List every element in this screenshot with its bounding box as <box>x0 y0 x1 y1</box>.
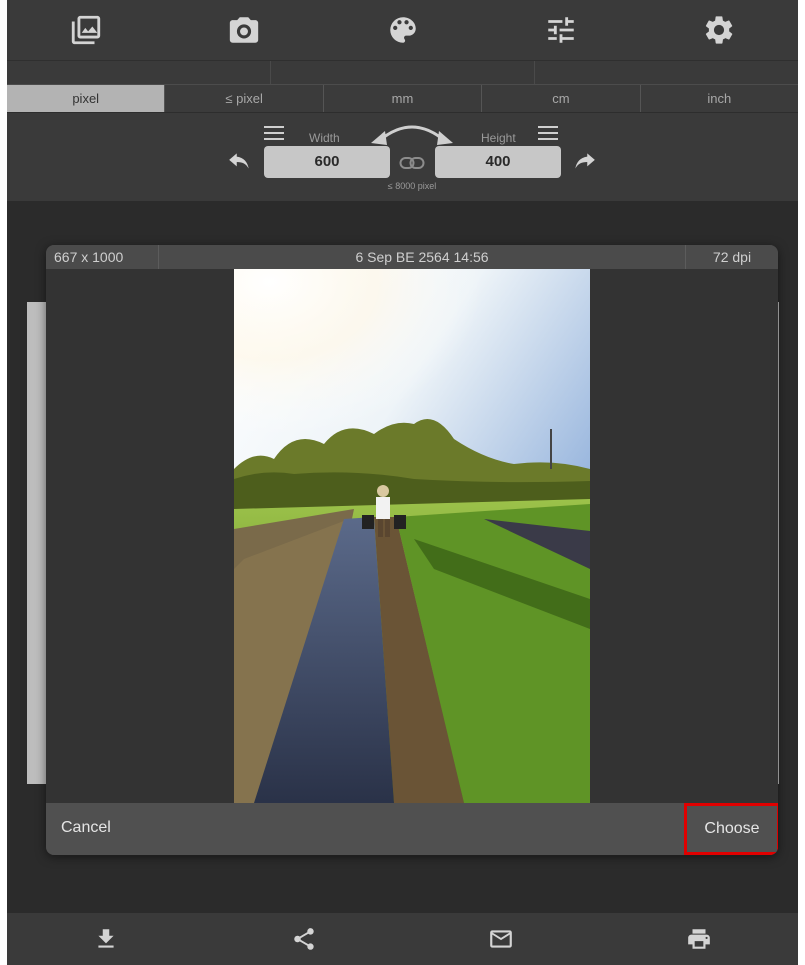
link-icon[interactable] <box>399 155 425 171</box>
rotate-left-icon[interactable] <box>226 149 254 175</box>
rotate-right-icon[interactable] <box>570 149 598 175</box>
bottom-toolbar <box>7 913 798 965</box>
gear-icon <box>705 16 733 44</box>
tab-cm[interactable]: cm <box>482 85 641 112</box>
camera-icon <box>230 17 259 43</box>
photo-library-button[interactable] <box>7 0 165 60</box>
photo-date: 6 Sep BE 2564 14:56 <box>159 245 686 269</box>
width-menu-icon[interactable] <box>264 126 284 140</box>
tab-max-pixel[interactable]: ≤ pixel <box>165 85 324 112</box>
mail-icon <box>490 930 513 948</box>
choose-button[interactable]: Choose <box>684 803 778 855</box>
swap-arrows-icon[interactable] <box>369 119 455 145</box>
subbar-segment <box>271 61 535 85</box>
height-menu-icon[interactable] <box>538 126 558 140</box>
photo-preview-area <box>46 269 778 803</box>
top-toolbar <box>7 0 798 60</box>
tab-pixel[interactable]: pixel <box>7 85 166 112</box>
unit-tabs: pixel ≤ pixel mm cm inch <box>7 84 798 112</box>
size-limit-text: ≤ 8000 pixel <box>387 181 437 191</box>
palette-icon <box>389 17 416 43</box>
tab-mm[interactable]: mm <box>324 85 483 112</box>
dialog-footer: Cancel Choose <box>46 803 778 855</box>
tab-inch[interactable]: inch <box>641 85 798 112</box>
farm-photo <box>234 269 590 803</box>
subbar-segment <box>7 61 271 85</box>
camera-button[interactable] <box>165 0 323 60</box>
height-label: Height <box>481 131 516 145</box>
save-button[interactable] <box>7 913 205 965</box>
download-icon <box>98 929 114 948</box>
cancel-button[interactable]: Cancel <box>61 819 111 837</box>
share-button[interactable] <box>205 913 403 965</box>
toolbar-subbar <box>7 60 798 85</box>
settings-button[interactable] <box>640 0 798 60</box>
email-button[interactable] <box>403 913 601 965</box>
photo-library-icon <box>71 15 101 45</box>
photo-dpi: 72 dpi <box>712 249 752 265</box>
sliders-icon <box>547 17 574 43</box>
palette-button[interactable] <box>323 0 481 60</box>
photo-picker-dialog: 667 x 1000 6 Sep BE 2564 14:56 72 dpi Ca… <box>46 245 778 855</box>
subbar-segment <box>535 61 798 85</box>
width-input[interactable]: 600 <box>264 146 390 178</box>
share-icon <box>293 928 314 950</box>
photo-info-bar: 667 x 1000 6 Sep BE 2564 14:56 72 dpi <box>46 245 778 269</box>
size-panel: Width Height 600 400 ≤ 8000 pixel <box>7 112 798 201</box>
height-input[interactable]: 400 <box>435 146 561 178</box>
photo-dimensions: 667 x 1000 <box>46 245 159 269</box>
width-label: Width <box>309 131 340 145</box>
print-button[interactable] <box>600 913 798 965</box>
adjustments-button[interactable] <box>482 0 640 60</box>
print-icon <box>688 929 710 949</box>
app-window: pixel ≤ pixel mm cm inch Width Height 60… <box>7 0 798 965</box>
